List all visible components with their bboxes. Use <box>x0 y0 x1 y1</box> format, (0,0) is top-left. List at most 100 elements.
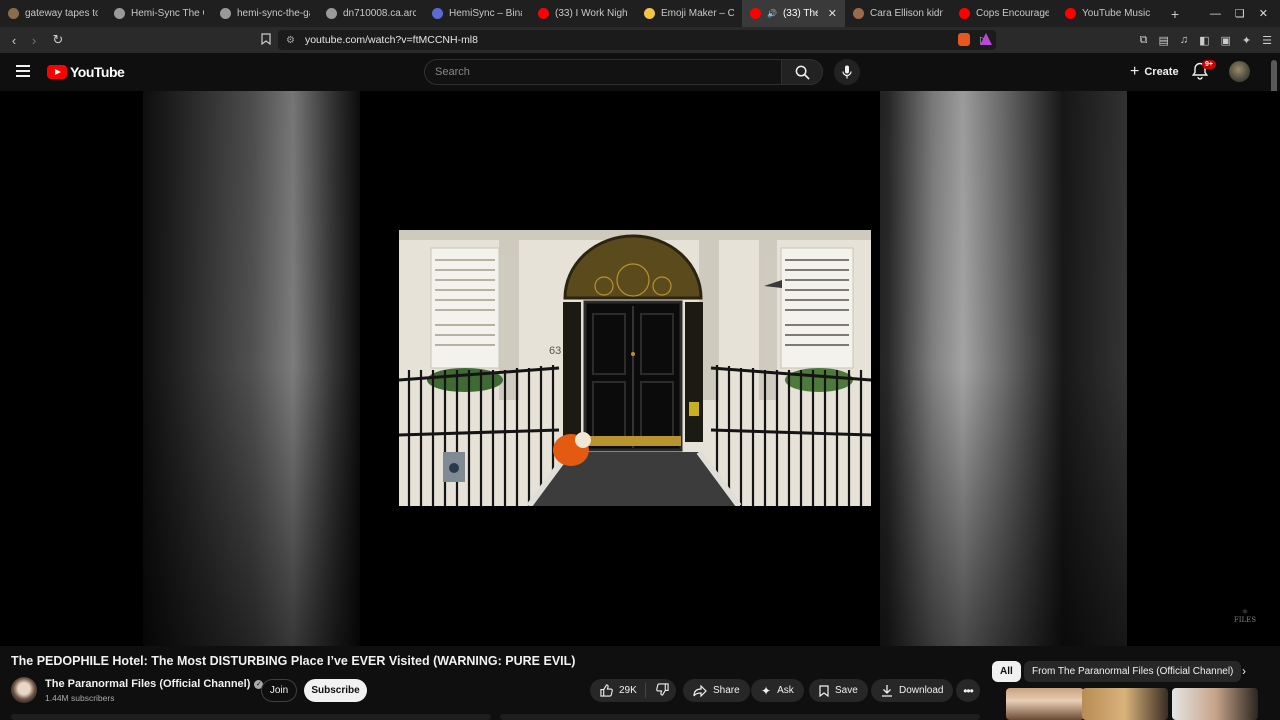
voice-search-button[interactable] <box>834 59 860 85</box>
close-tab-icon[interactable]: ✕ <box>828 7 837 20</box>
tab-favicon-icon <box>220 8 231 19</box>
back-icon[interactable]: ‹ <box>4 33 24 48</box>
url-bar[interactable]: ⚙ youtube.com/watch?v=ftMCCNH-ml8 ↗ ▷ <box>278 30 996 50</box>
browser-tab[interactable]: (33) I Work Nights <box>530 0 636 27</box>
youtube-logo[interactable]: YouTube <box>47 64 125 80</box>
url-text: youtube.com/watch?v=ftMCCNH-ml8 <box>304 34 478 46</box>
bookmark-icon[interactable] <box>256 32 276 48</box>
tab-title: gateway tapes to <box>25 8 98 19</box>
search-button[interactable] <box>781 59 823 85</box>
save-label: Save <box>835 685 858 696</box>
channel-name-text: The Paranormal Files (Official Channel) <box>45 678 251 690</box>
browser-tab[interactable]: Hemi-Sync The G <box>106 0 212 27</box>
speaker-icon[interactable]: 🔊 <box>767 9 777 18</box>
music-icon[interactable]: ♫ <box>1180 34 1188 46</box>
sidebar-icon[interactable]: ◧ <box>1199 34 1209 47</box>
account-avatar[interactable] <box>1229 61 1250 82</box>
notification-badge: 9+ <box>1202 60 1216 69</box>
browser-tab[interactable]: dn710008.ca.arch <box>318 0 424 27</box>
tab-title: (33) I Work Nights <box>555 8 628 19</box>
recommended-thumbnail[interactable] <box>1006 688 1084 720</box>
chevron-right-icon[interactable]: › <box>1236 664 1252 680</box>
dislike-button[interactable] <box>646 682 679 699</box>
tab-favicon-icon <box>853 8 864 19</box>
extensions-icon[interactable]: ⧉ <box>1140 34 1148 47</box>
tab-title: dn710008.ca.arch <box>343 8 416 19</box>
video-title: The PEDOPHILE Hotel: The Most DISTURBING… <box>11 654 576 668</box>
channel-name[interactable]: The Paranormal Files (Official Channel) … <box>45 678 264 690</box>
share-arrow-icon <box>693 684 707 697</box>
tab-search-icon[interactable]: ▤ <box>1158 34 1168 47</box>
minimize-icon[interactable]: — <box>1210 8 1221 20</box>
tab-title: HemiSync – Binau <box>449 8 522 19</box>
browser-tab[interactable]: Emoji Maker – Cre <box>636 0 742 27</box>
recommended-thumbnail[interactable] <box>1172 688 1258 720</box>
more-actions-button[interactable]: ••• <box>956 679 980 702</box>
tab-favicon-icon <box>538 8 549 19</box>
tab-favicon-icon <box>959 8 970 19</box>
tab-title: Cara Ellison kidna <box>870 8 943 19</box>
tab-title: Emoji Maker – Cre <box>661 8 734 19</box>
sparkle-icon: ✦ <box>761 683 772 698</box>
browser-tab[interactable]: Cops Encouraged <box>951 0 1057 27</box>
subscribe-button[interactable]: Subscribe <box>304 679 367 702</box>
thumbs-up-icon <box>600 684 613 697</box>
search-icon <box>795 65 810 80</box>
rewards-icon[interactable] <box>980 33 992 45</box>
close-window-icon[interactable]: ✕ <box>1259 7 1268 20</box>
plus-icon: + <box>1130 63 1140 80</box>
ask-label: Ask <box>777 685 794 696</box>
leo-icon[interactable]: ✦ <box>1242 34 1251 47</box>
tab-favicon-icon <box>1065 8 1076 19</box>
channel-watermark[interactable]: ⚛ FILES <box>1228 608 1262 628</box>
browser-tab-strip: gateway tapes to Hemi-Sync The G hemi-sync… <box>0 0 1280 27</box>
browser-tab[interactable]: Cara Ellison kidna <box>845 0 951 27</box>
tab-favicon-icon <box>644 8 655 19</box>
tab-title: Cops Encouraged <box>976 8 1049 19</box>
notifications-button[interactable]: 9+ <box>1191 60 1216 82</box>
share-button[interactable]: Share <box>683 679 750 702</box>
video-player[interactable]: 63 ⚛ FILES <box>0 91 1280 646</box>
like-dislike-group: 29K <box>590 679 676 702</box>
recommended-thumbnail[interactable] <box>1082 688 1168 720</box>
chip-from-channel[interactable]: From The Paranormal Files (Official Chan… <box>1024 661 1242 682</box>
tab-title: hemi-sync-the-ga <box>237 8 310 19</box>
youtube-masthead: YouTube Search + Create 9+ <box>0 53 1280 91</box>
browser-tab[interactable]: HemiSync – Binau <box>424 0 530 27</box>
like-count: 29K <box>619 685 637 696</box>
download-button[interactable]: Download <box>871 679 954 702</box>
browser-tab[interactable]: gateway tapes to <box>0 0 106 27</box>
join-button[interactable]: Join <box>261 679 297 702</box>
bookmark-save-icon <box>819 684 829 697</box>
tab-title: YouTube Music <box>1082 8 1151 19</box>
channel-avatar[interactable] <box>11 677 37 703</box>
like-button[interactable]: 29K <box>590 683 646 698</box>
brave-shield-icon[interactable] <box>958 33 970 46</box>
subscriber-count: 1.44M subscribers <box>45 693 115 703</box>
microphone-icon <box>842 65 852 79</box>
search-input[interactable]: Search <box>424 59 782 85</box>
maximize-icon[interactable]: ❏ <box>1235 7 1245 20</box>
site-info-icon[interactable]: ⚙ <box>286 35 295 46</box>
guide-menu-icon[interactable] <box>16 65 30 77</box>
menu-icon[interactable]: ☰ <box>1262 34 1272 47</box>
create-button[interactable]: + Create <box>1122 60 1187 84</box>
reload-icon[interactable]: ↻ <box>48 32 68 48</box>
chip-all[interactable]: All <box>992 661 1021 682</box>
share-label: Share <box>713 685 740 696</box>
description-box-edge[interactable] <box>500 714 980 720</box>
new-tab-button[interactable]: + <box>1163 6 1187 22</box>
search-placeholder: Search <box>435 66 470 78</box>
browser-tab[interactable]: hemi-sync-the-ga <box>212 0 318 27</box>
forward-icon[interactable]: › <box>24 33 44 48</box>
description-box-edge[interactable] <box>11 714 491 720</box>
browser-tab[interactable]: YouTube Music <box>1057 0 1163 27</box>
tab-favicon-icon <box>114 8 125 19</box>
house-number-63: 63 <box>549 345 561 357</box>
ask-button[interactable]: ✦ Ask <box>751 679 804 702</box>
wallet-icon[interactable]: ▣ <box>1221 34 1231 47</box>
save-button[interactable]: Save <box>809 679 868 702</box>
window-controls: — ❏ ✕ <box>1210 0 1280 27</box>
tab-favicon-icon <box>8 8 19 19</box>
browser-tab[interactable]: 🔊 (33) The PE ✕ <box>742 0 845 27</box>
